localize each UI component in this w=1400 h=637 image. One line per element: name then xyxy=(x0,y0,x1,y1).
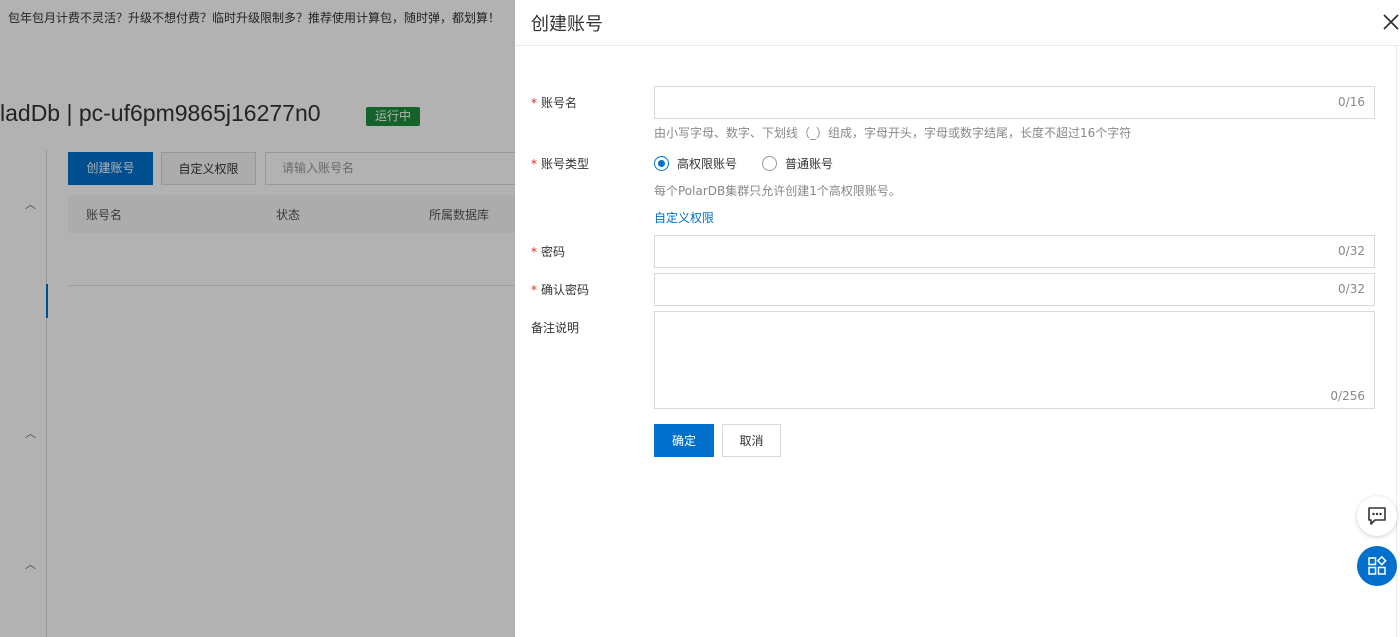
create-account-drawer: 创建账号 * 账号名 0/16 由小写字母、数字、下划线（_）组成，字母开头，字母… xyxy=(515,0,1400,637)
custom-permission-link[interactable]: 自定义权限 xyxy=(654,209,714,226)
account-type-help: 每个PolarDB集群只允许创建1个高权限账号。 xyxy=(654,184,901,198)
modal-overlay[interactable] xyxy=(0,0,515,637)
confirm-password-field[interactable]: 0/32 xyxy=(654,273,1375,306)
required-mark: * xyxy=(531,157,537,171)
remark-textarea[interactable] xyxy=(655,312,1374,408)
password-field[interactable]: 0/32 xyxy=(654,235,1375,268)
required-mark: * xyxy=(531,283,537,297)
password-label: * 密码 xyxy=(531,245,566,259)
remark-counter: 0/256 xyxy=(1330,389,1365,403)
password-input[interactable] xyxy=(655,236,1374,267)
drawer-header: 创建账号 xyxy=(515,0,1400,46)
password-counter: 0/32 xyxy=(1338,244,1365,258)
cancel-button[interactable]: 取消 xyxy=(722,424,781,457)
account-name-help: 由小写字母、数字、下划线（_）组成，字母开头，字母或数字结尾，长度不超过16个字… xyxy=(654,126,1132,140)
account-name-counter: 0/16 xyxy=(1338,95,1365,109)
chat-icon xyxy=(1368,507,1386,525)
radio-normal-account[interactable]: 普通账号 xyxy=(762,155,833,172)
radio-checked-icon[interactable] xyxy=(654,156,669,171)
account-type-label: * 账号类型 xyxy=(531,157,590,171)
remark-label: 备注说明 xyxy=(531,321,580,335)
required-mark: * xyxy=(531,96,537,110)
account-name-label: * 账号名 xyxy=(531,96,578,110)
apps-grid-icon xyxy=(1368,555,1387,575)
radio-high-privilege[interactable]: 高权限账号 xyxy=(654,155,737,172)
radio-unchecked-icon[interactable] xyxy=(762,156,777,171)
drawer-scroll-track xyxy=(1396,46,1397,637)
confirm-password-input[interactable] xyxy=(655,274,1374,305)
confirm-password-label: * 确认密码 xyxy=(531,283,590,297)
chat-float-button[interactable] xyxy=(1357,496,1397,536)
required-mark: * xyxy=(531,245,537,259)
remark-field[interactable]: 0/256 xyxy=(654,311,1375,409)
apps-float-button[interactable] xyxy=(1357,546,1397,586)
confirm-password-counter: 0/32 xyxy=(1338,282,1365,296)
account-name-input[interactable] xyxy=(655,87,1374,118)
confirm-button[interactable]: 确定 xyxy=(654,424,714,457)
drawer-title: 创建账号 xyxy=(531,14,603,35)
close-icon[interactable] xyxy=(1381,12,1400,32)
account-name-field[interactable]: 0/16 xyxy=(654,86,1375,119)
